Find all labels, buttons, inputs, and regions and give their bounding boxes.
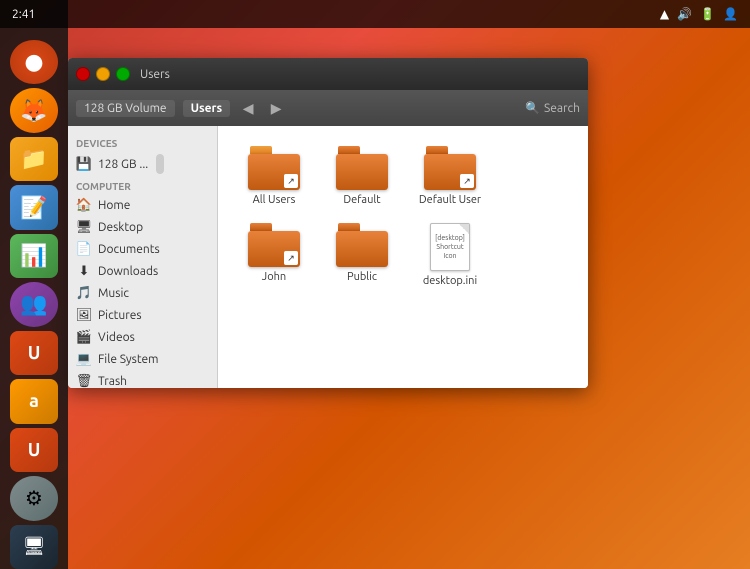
content-area: Devices 💾 128 GB ... Computer 🏠 Home 🖥 D…	[68, 126, 588, 388]
top-bar: 2:41 ▲ 🔊 🔋 👤	[0, 0, 750, 28]
john-folder[interactable]: ↗ John	[234, 219, 314, 292]
scroll-indicator	[156, 154, 164, 174]
search-icon: 🔍	[525, 101, 540, 115]
sidebar-item-128gb-label: 128 GB ...	[98, 158, 148, 171]
title-bar: Users	[68, 58, 588, 90]
all-users-label: All Users	[253, 194, 296, 207]
default-user-label: Default User	[419, 194, 481, 207]
battery-icon: 🔋	[700, 7, 715, 21]
minimize-button[interactable]	[96, 67, 110, 81]
desktop-ini-file[interactable]: [desktop]ShortcutIcon desktop.ini	[410, 219, 490, 292]
network-icon: ▲	[660, 7, 669, 21]
device-icon: 💾	[76, 156, 92, 172]
desktop-icon: 🖥	[76, 219, 92, 235]
window-title: Users	[140, 68, 170, 81]
sidebar-item-documents[interactable]: 📄 Documents	[68, 238, 217, 260]
filesystem-icon: 💻	[76, 351, 92, 367]
desktop: 2:41 ▲ 🔊 🔋 👤 ● 🦊 📁 📝 📊 👥 U	[0, 0, 750, 569]
sidebar-item-trash[interactable]: 🗑 Trash	[68, 370, 217, 388]
screen-icon[interactable]: 🖥	[10, 525, 58, 569]
sidebar-item-downloads-label: Downloads	[98, 265, 158, 278]
volume-icon: 🔊	[677, 7, 692, 21]
text-editor-icon[interactable]: 📝	[10, 185, 58, 229]
search-label: Search	[544, 102, 580, 115]
sidebar-item-trash-label: Trash	[98, 375, 127, 388]
default-folder[interactable]: Default	[322, 142, 402, 211]
desktop-ini-label: desktop.ini	[423, 275, 477, 288]
taskbar: ● 🦊 📁 📝 📊 👥 U a U ⚙ 🖥	[0, 0, 68, 569]
public-label: Public	[347, 271, 377, 284]
downloads-icon: ⬇	[76, 263, 92, 279]
sidebar-item-desktop[interactable]: 🖥 Desktop	[68, 216, 217, 238]
spreadsheet-icon[interactable]: 📊	[10, 234, 58, 278]
sidebar-item-videos-label: Videos	[98, 331, 135, 344]
john-label: John	[262, 271, 286, 284]
home-icon: 🏠	[76, 197, 92, 213]
sidebar-item-home-label: Home	[98, 199, 130, 212]
ubuntu2-icon[interactable]: U	[10, 428, 58, 472]
settings-icon[interactable]: ⚙	[10, 476, 58, 520]
breadcrumb-users[interactable]: Users	[183, 100, 231, 117]
clock: 2:41	[12, 8, 35, 21]
firefox-icon[interactable]: 🦊	[10, 88, 58, 132]
close-button[interactable]	[76, 67, 90, 81]
sidebar-item-desktop-label: Desktop	[98, 221, 143, 234]
default-label: Default	[343, 194, 380, 207]
sidebar-item-documents-label: Documents	[98, 243, 160, 256]
nav-forward-button[interactable]: ▶	[266, 98, 286, 118]
breadcrumb-volume[interactable]: 128 GB Volume	[76, 100, 175, 117]
videos-icon: 🎬	[76, 329, 92, 345]
all-users-folder[interactable]: ↗ All Users	[234, 142, 314, 211]
nav-back-button[interactable]: ◀	[238, 98, 258, 118]
maximize-button[interactable]	[116, 67, 130, 81]
file-icon: [desktop]ShortcutIcon	[430, 223, 470, 271]
sidebar-item-music-label: Music	[98, 287, 129, 300]
amazon-icon[interactable]: a	[10, 379, 58, 423]
sidebar-item-videos[interactable]: 🎬 Videos	[68, 326, 217, 348]
sidebar-item-downloads[interactable]: ⬇ Downloads	[68, 260, 217, 282]
devices-section-label: Devices	[68, 134, 217, 151]
files-area: ↗ All Users Default	[218, 126, 588, 388]
public-folder[interactable]: Public	[322, 219, 402, 292]
people-icon[interactable]: 👥	[10, 282, 58, 326]
music-icon: 🎵	[76, 285, 92, 301]
default-user-folder[interactable]: ↗ Default User	[410, 142, 490, 211]
computer-section-label: Computer	[68, 177, 217, 194]
user-icon: 👤	[723, 7, 738, 21]
documents-icon: 📄	[76, 241, 92, 257]
sidebar-item-music[interactable]: 🎵 Music	[68, 282, 217, 304]
sidebar-item-128gb[interactable]: 💾 128 GB ...	[68, 151, 217, 177]
sidebar-item-pictures[interactable]: 🖼 Pictures	[68, 304, 217, 326]
toolbar: 128 GB Volume Users ◀ ▶ 🔍 Search	[68, 90, 588, 126]
sidebar: Devices 💾 128 GB ... Computer 🏠 Home 🖥 D…	[68, 126, 218, 388]
pictures-icon: 🖼	[76, 307, 92, 323]
sidebar-item-pictures-label: Pictures	[98, 309, 142, 322]
sidebar-item-home[interactable]: 🏠 Home	[68, 194, 217, 216]
sidebar-item-filesystem-label: File System	[98, 353, 159, 366]
ubuntu-one-icon[interactable]: U	[10, 331, 58, 375]
trash-icon: 🗑	[76, 373, 92, 388]
ubuntu-dash-icon[interactable]: ●	[10, 40, 58, 84]
search-box[interactable]: 🔍 Search	[525, 101, 580, 115]
file-manager-window: Users 128 GB Volume Users ◀ ▶ 🔍 Search D…	[68, 58, 588, 388]
files-icon[interactable]: 📁	[10, 137, 58, 181]
sidebar-item-filesystem[interactable]: 💻 File System	[68, 348, 217, 370]
top-bar-icons: ▲ 🔊 🔋 👤	[660, 7, 738, 21]
